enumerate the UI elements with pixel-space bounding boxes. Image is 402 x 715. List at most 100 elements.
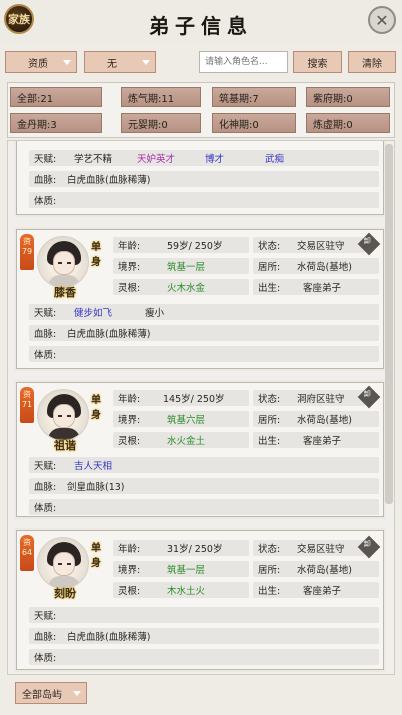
bloodline-row: 血脉: 白虎血脉(血脉稀薄) — [29, 325, 379, 341]
avatar[interactable]: 刻盼 单身 — [31, 537, 101, 600]
bloodline-label: 血脉: — [34, 632, 57, 643]
age-row: 年龄: 59岁/ 250岁 — [113, 237, 249, 253]
island-filter-dropdown[interactable]: 全部岛屿 — [15, 682, 87, 704]
stat-yuanying[interactable]: 元婴期:0 — [121, 113, 201, 133]
disciple-card[interactable]: 资79 膝香 单身 年龄: 59岁/ 250岁 状态: 交易区驻守 卸 境界: … — [16, 229, 384, 369]
origin-value: 客座弟子 — [303, 586, 342, 597]
stat-all[interactable]: 全部:21 — [10, 87, 102, 107]
talent-item: 天妒英才 — [137, 154, 176, 165]
talent-label: 天赋: — [34, 611, 57, 622]
disciple-card[interactable]: 资71 祖谐 单身 年龄: 145岁/ 250岁 状态: 洞府区驻守 卸 境界: — [16, 382, 384, 517]
stat-lianxu[interactable]: 炼虚期:0 — [306, 113, 390, 133]
disciple-name: 膝香 — [54, 286, 76, 299]
state-label: 状态: — [258, 241, 281, 252]
state-value: 交易区驻守 — [297, 544, 345, 555]
bloodline-row: 血脉: 白虎血脉(血脉稀薄) — [29, 171, 379, 187]
root-value: 火木水金 — [167, 283, 206, 294]
eye-right — [67, 415, 71, 417]
age-value: 59岁/ 250岁 — [167, 241, 223, 252]
bloodline-label: 血脉: — [34, 175, 57, 186]
clear-button[interactable]: 清除 — [348, 51, 396, 73]
search-button[interactable]: 搜索 — [293, 51, 342, 73]
talent-row: 天赋: 学艺不精 天妒英才 博才 武痴 — [29, 150, 379, 166]
state-label: 状态: — [258, 544, 281, 555]
bloodline-row: 血脉: 白虎血脉(血脉稀薄) — [29, 628, 379, 644]
clear-button-label: 清除 — [362, 58, 382, 70]
root-row: 灵根: 木水土火 — [113, 582, 249, 598]
stat-label: 全部:21 — [17, 93, 54, 105]
disciple-name: 祖谐 — [54, 439, 76, 452]
search-input[interactable] — [199, 51, 288, 73]
talent-row: 天赋: — [29, 607, 379, 623]
secondary-filter-dropdown[interactable]: 无 — [84, 51, 156, 73]
face-shape — [53, 251, 75, 275]
residence-row: 居所: 水荷岛(基地) — [253, 411, 379, 427]
disciple-list[interactable]: 天赋: 学艺不精 天妒英才 博才 武痴 血脉: 白虎血脉(血脉稀薄) 体质: 资… — [7, 140, 395, 675]
state-row: 状态: 洞府区驻守 — [253, 390, 365, 406]
talent-item: 吉人天相 — [74, 461, 113, 472]
residence-label: 居所: — [258, 565, 281, 576]
secondary-filter-value: 无 — [107, 58, 117, 70]
unload-label: 卸 — [363, 539, 371, 548]
avatar[interactable]: 膝香 单身 — [31, 236, 101, 299]
disciple-card[interactable]: 资64 刻盼 单身 年龄: 31岁/ 250岁 状态: 交易区驻守 卸 境界: … — [16, 530, 384, 670]
avatar-circle — [37, 537, 89, 589]
residence-label: 居所: — [258, 415, 281, 426]
stat-label: 炼气期:11 — [128, 93, 175, 105]
state-row: 状态: 交易区驻守 — [253, 237, 365, 253]
island-filter-label: 全部岛屿 — [22, 689, 62, 701]
origin-value: 客座弟子 — [303, 436, 342, 447]
constitution-row: 体质: — [29, 346, 379, 362]
bloodline-label: 血脉: — [34, 329, 57, 340]
root-row: 灵根: 火木水金 — [113, 279, 249, 295]
aptitude-dropdown-label: 资质 — [28, 58, 48, 70]
chevron-down-icon — [73, 691, 81, 696]
talent-row: 天赋: 健步如飞 瘦小 — [29, 304, 379, 320]
residence-value: 水荷岛(基地) — [297, 565, 352, 576]
header-bar: 家族 弟子信息 ✕ — [0, 0, 402, 44]
origin-row: 出生: 客座弟子 — [253, 279, 379, 295]
stat-jindan[interactable]: 金丹期:3 — [10, 113, 102, 133]
constitution-row: 体质: — [29, 192, 379, 208]
realm-label: 境界: — [118, 415, 141, 426]
chevron-down-icon — [142, 60, 150, 65]
stat-huashen[interactable]: 化神期:0 — [212, 113, 296, 133]
eye-left — [58, 262, 62, 264]
talent-label: 天赋: — [34, 308, 57, 319]
realm-label: 境界: — [118, 565, 141, 576]
close-icon: ✕ — [375, 10, 389, 30]
constitution-label: 体质: — [34, 503, 57, 514]
bloodline-row: 血脉: 剑皇血脉(13) — [29, 478, 379, 494]
stat-lianqi[interactable]: 炼气期:11 — [121, 87, 201, 107]
talent-item: 学艺不精 — [74, 154, 113, 165]
stat-zifu[interactable]: 紫府期:0 — [306, 87, 390, 107]
stat-label: 紫府期:0 — [313, 93, 353, 105]
realm-value: 筑基六层 — [167, 415, 206, 426]
page-title: 弟子信息 — [149, 14, 253, 38]
residence-label: 居所: — [258, 262, 281, 273]
bloodline-label: 血脉: — [34, 482, 57, 493]
list-scrollbar[interactable] — [385, 144, 393, 504]
stat-zhuji[interactable]: 筑基期:7 — [212, 87, 296, 107]
avatar-circle — [37, 236, 89, 288]
face-shape — [53, 404, 75, 428]
realm-value: 筑基一层 — [167, 262, 206, 273]
close-button[interactable]: ✕ — [368, 6, 396, 34]
origin-value: 客座弟子 — [303, 283, 342, 294]
bloodline-value: 白虎血脉(血脉稀薄) — [67, 175, 151, 186]
age-row: 年龄: 31岁/ 250岁 — [113, 540, 249, 556]
bloodline-value: 白虎血脉(血脉稀薄) — [67, 632, 151, 643]
origin-row: 出生: 客座弟子 — [253, 432, 379, 448]
talent-item: 瘦小 — [145, 308, 165, 319]
origin-label: 出生: — [258, 586, 281, 597]
aptitude-dropdown[interactable]: 资质 — [5, 51, 77, 73]
avatar[interactable]: 祖谐 单身 — [31, 389, 101, 452]
origin-label: 出生: — [258, 436, 281, 447]
eye-right — [67, 262, 71, 264]
constitution-label: 体质: — [34, 653, 57, 664]
talent-row: 天赋: 吉人天相 — [29, 457, 379, 473]
origin-label: 出生: — [258, 283, 281, 294]
filter-bar: 资质 无 搜索 清除 — [0, 51, 402, 73]
marital-status-tag: 单身 — [91, 242, 101, 268]
disciple-card-partial: 天赋: 学艺不精 天妒英才 博才 武痴 血脉: 白虎血脉(血脉稀薄) 体质: — [16, 141, 384, 215]
